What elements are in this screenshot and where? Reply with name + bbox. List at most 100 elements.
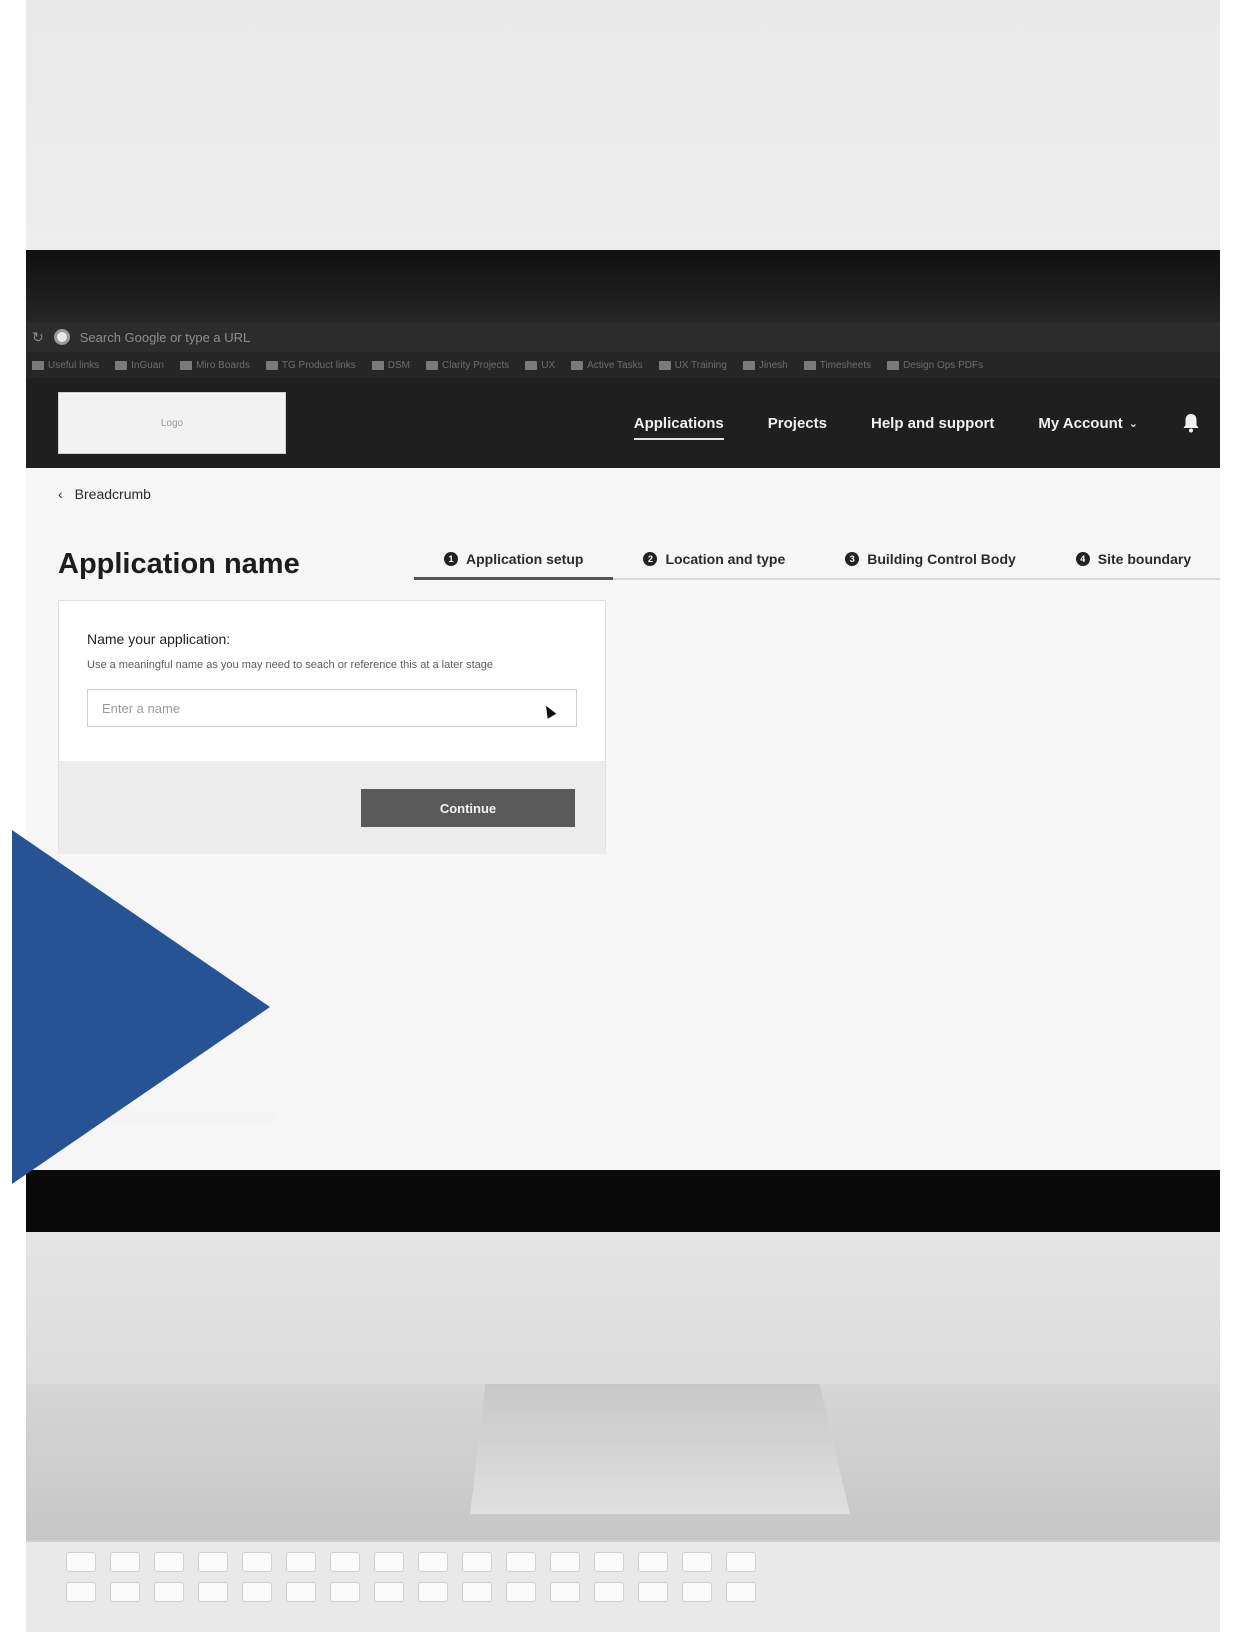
key (638, 1582, 668, 1602)
name-field-hint: Use a meaningful name as you may need to… (87, 659, 494, 671)
keyboard-row (66, 1552, 756, 1574)
bookmarks-bar: Useful links InGuan Miro Boards TG Produ… (26, 352, 1220, 378)
logo-text: Logo (160, 417, 184, 429)
breadcrumb-label: Breadcrumb (74, 486, 151, 502)
key (286, 1552, 316, 1572)
bookmark-item[interactable]: Timesheets (803, 360, 871, 371)
continue-button[interactable]: Continue (361, 789, 575, 827)
logo-placeholder[interactable]: Logo (58, 392, 286, 454)
tab-building-control-body[interactable]: 3 Building Control Body (815, 540, 1046, 580)
key (154, 1582, 184, 1602)
tab-application-setup[interactable]: 1 Application setup (414, 540, 614, 580)
key (506, 1552, 536, 1572)
bookmark-item[interactable]: InGuan (115, 360, 164, 371)
bookmark-item[interactable]: Active Tasks (571, 360, 643, 371)
page-title: Application name (58, 548, 300, 580)
google-icon (53, 329, 70, 345)
step-number: 3 (845, 552, 860, 566)
bookmark-item[interactable]: Design Ops PDFs (887, 360, 983, 371)
site-header: Logo Applications Projects Help and supp… (26, 378, 1220, 468)
key (374, 1582, 404, 1602)
step-label: Building Control Body (867, 551, 1016, 567)
step-label: Site boundary (1097, 551, 1192, 567)
monitor-chin (26, 1232, 1220, 1384)
monitor-stand (470, 1384, 850, 1514)
application-name-card: Name your application: Use a meaningful … (58, 600, 606, 854)
address-input[interactable]: Search Google or type a URL (80, 330, 251, 345)
key (242, 1552, 272, 1572)
key (418, 1552, 448, 1572)
key (682, 1552, 712, 1572)
nav-projects[interactable]: Projects (768, 415, 827, 432)
bookmark-item[interactable]: Miro Boards (179, 360, 250, 371)
key (682, 1582, 712, 1602)
key (638, 1552, 668, 1572)
key (594, 1552, 624, 1572)
key (286, 1582, 316, 1602)
bookmark-item[interactable]: Useful links (32, 360, 99, 371)
key (330, 1582, 360, 1602)
step-number: 4 (1075, 552, 1090, 566)
reload-icon[interactable]: ↻ (32, 329, 44, 346)
bookmark-item[interactable]: Jinesh (742, 360, 788, 371)
tab-location-and-type[interactable]: 2 Location and type (613, 540, 816, 580)
key (374, 1552, 404, 1572)
application-name-input[interactable] (87, 689, 577, 727)
key (726, 1582, 756, 1602)
name-field-label: Name your application: (87, 631, 231, 647)
tab-site-boundary[interactable]: 4 Site boundary (1045, 540, 1220, 580)
nav-applications[interactable]: Applications (633, 415, 724, 440)
step-label: Location and type (665, 551, 786, 567)
bookmark-item[interactable]: UX Training (658, 360, 727, 371)
keyboard-row (66, 1582, 756, 1604)
key (418, 1582, 448, 1602)
folder-icon (803, 360, 816, 370)
key (66, 1552, 96, 1572)
step-tabs: 1 Application setup 2 Location and type … (414, 540, 1220, 580)
key (594, 1582, 624, 1602)
key (462, 1582, 492, 1602)
folder-icon (525, 360, 538, 370)
key (110, 1582, 140, 1602)
step-label: Application setup (466, 550, 584, 567)
key (66, 1582, 96, 1602)
play-icon[interactable] (12, 830, 270, 1184)
key (154, 1552, 184, 1572)
chevron-down-icon: ⌄ (1128, 417, 1138, 430)
key (110, 1552, 140, 1572)
key (330, 1552, 360, 1572)
nav-my-account-label: My Account (1038, 414, 1123, 432)
key (242, 1582, 272, 1602)
folder-icon (179, 360, 192, 370)
breadcrumb[interactable]: ‹ Breadcrumb (58, 486, 151, 502)
folder-icon (32, 360, 44, 370)
main-nav: Applications Projects Help and support M… (633, 378, 1200, 468)
step-number: 2 (643, 552, 658, 566)
chevron-left-icon: ‹ (58, 486, 63, 502)
folder-icon (265, 360, 278, 370)
bookmark-item[interactable]: UX (525, 360, 555, 371)
monitor-bezel-top (26, 250, 1220, 322)
keyboard (26, 1540, 1220, 1632)
folder-icon (658, 360, 671, 370)
bookmark-item[interactable]: TG Product links (265, 360, 356, 371)
folder-icon (426, 360, 439, 370)
key (462, 1552, 492, 1572)
key (198, 1552, 228, 1572)
page-border-right (1220, 0, 1234, 1632)
folder-icon (115, 360, 128, 370)
key (726, 1552, 756, 1572)
nav-my-account[interactable]: My Account ⌄ (1038, 415, 1138, 432)
bookmark-item[interactable]: DSM (371, 360, 410, 371)
folder-icon (742, 360, 755, 370)
browser-address-bar[interactable]: ↻ Search Google or type a URL (26, 322, 1220, 352)
key (506, 1582, 536, 1602)
bell-icon[interactable] (1182, 413, 1200, 433)
key (550, 1552, 580, 1572)
folder-icon (571, 360, 584, 370)
nav-help-and-support[interactable]: Help and support (871, 415, 994, 432)
step-number: 1 (444, 551, 458, 566)
bookmark-item[interactable]: Clarity Projects (426, 360, 509, 371)
folder-icon (371, 360, 384, 370)
key (550, 1582, 580, 1602)
